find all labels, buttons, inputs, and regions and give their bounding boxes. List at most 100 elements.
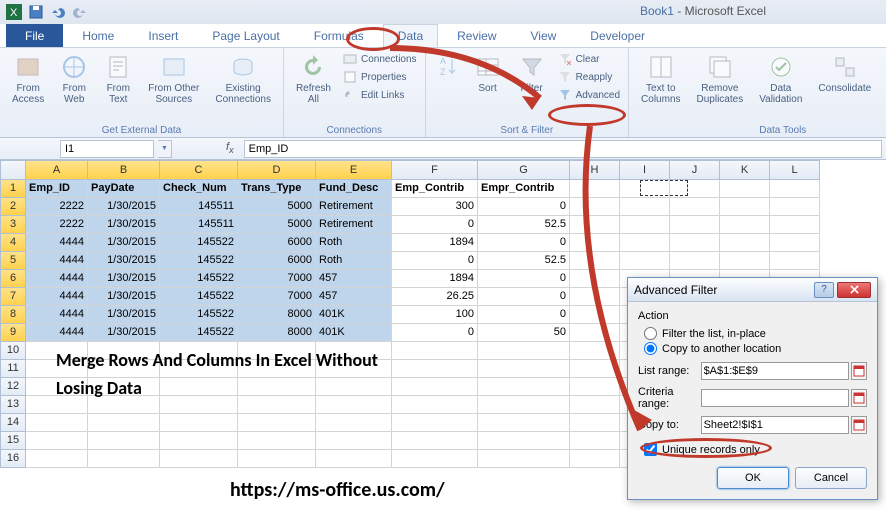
connections-button[interactable]: Connections xyxy=(341,51,419,67)
cell[interactable]: 7000 xyxy=(238,270,316,288)
row-header[interactable]: 3 xyxy=(0,216,26,234)
cell[interactable]: 0 xyxy=(392,216,478,234)
cell[interactable] xyxy=(570,252,620,270)
cell[interactable] xyxy=(26,414,88,432)
cell[interactable]: Emp_Contrib xyxy=(392,180,478,198)
cell[interactable] xyxy=(478,396,570,414)
tab-view[interactable]: View xyxy=(516,24,572,47)
row-header[interactable]: 5 xyxy=(0,252,26,270)
cell[interactable] xyxy=(670,252,720,270)
properties-button[interactable]: Properties xyxy=(341,69,419,85)
col-header-L[interactable]: L xyxy=(770,160,820,180)
cell[interactable] xyxy=(238,432,316,450)
criteria-range-picker-icon[interactable] xyxy=(851,389,867,407)
list-range-input[interactable] xyxy=(701,362,849,380)
cell[interactable] xyxy=(570,342,620,360)
cell[interactable] xyxy=(478,432,570,450)
cell[interactable]: 1/30/2015 xyxy=(88,288,160,306)
cell[interactable]: 5000 xyxy=(238,198,316,216)
undo-icon[interactable] xyxy=(50,4,66,20)
cell[interactable] xyxy=(570,396,620,414)
cell[interactable]: 26.25 xyxy=(392,288,478,306)
from-other-sources-button[interactable]: From Other Sources xyxy=(142,51,205,107)
cell[interactable]: PayDate xyxy=(88,180,160,198)
cell[interactable] xyxy=(478,450,570,468)
cell[interactable] xyxy=(238,450,316,468)
cell[interactable] xyxy=(238,414,316,432)
row-header[interactable]: 4 xyxy=(0,234,26,252)
cell[interactable]: 2222 xyxy=(26,198,88,216)
cell[interactable]: 1/30/2015 xyxy=(88,216,160,234)
row-header[interactable]: 9 xyxy=(0,324,26,342)
cell[interactable]: 4444 xyxy=(26,324,88,342)
cell[interactable]: Check_Num xyxy=(160,180,238,198)
list-range-picker-icon[interactable] xyxy=(851,362,867,380)
cell[interactable] xyxy=(88,450,160,468)
redo-icon[interactable] xyxy=(72,4,88,20)
cell[interactable] xyxy=(570,306,620,324)
cell[interactable] xyxy=(770,198,820,216)
cell[interactable] xyxy=(392,396,478,414)
row-header[interactable]: 14 xyxy=(0,414,26,432)
dialog-close-icon[interactable] xyxy=(837,282,871,298)
cell[interactable] xyxy=(570,234,620,252)
col-header-C[interactable]: C xyxy=(160,160,238,180)
cell[interactable]: 6000 xyxy=(238,234,316,252)
data-validation-button[interactable]: Data Validation xyxy=(753,51,808,107)
cell[interactable] xyxy=(720,252,770,270)
existing-connections-button[interactable]: Existing Connections xyxy=(209,51,277,107)
cell[interactable] xyxy=(620,216,670,234)
select-all-corner[interactable] xyxy=(0,160,26,180)
reapply-filter-button[interactable]: Reapply xyxy=(556,69,622,85)
col-header-A[interactable]: A xyxy=(26,160,88,180)
row-header[interactable]: 16 xyxy=(0,450,26,468)
sort-az-button[interactable]: AZ xyxy=(432,51,464,85)
cell[interactable] xyxy=(316,414,392,432)
cell[interactable]: 6000 xyxy=(238,252,316,270)
col-header-G[interactable]: G xyxy=(478,160,570,180)
save-icon[interactable] xyxy=(28,4,44,20)
cell[interactable] xyxy=(88,414,160,432)
cell[interactable]: 0 xyxy=(478,306,570,324)
cell[interactable] xyxy=(770,234,820,252)
cell[interactable] xyxy=(392,432,478,450)
cell[interactable] xyxy=(620,234,670,252)
cell[interactable] xyxy=(570,180,620,198)
cell[interactable]: 401K xyxy=(316,306,392,324)
sort-button[interactable]: Sort xyxy=(468,51,508,96)
radio-copy-to-another[interactable]: Copy to another location xyxy=(638,341,867,356)
radio-in-place-input[interactable] xyxy=(644,327,657,340)
radio-copy-input[interactable] xyxy=(644,342,657,355)
cell[interactable]: 457 xyxy=(316,270,392,288)
copy-to-picker-icon[interactable] xyxy=(851,416,867,434)
tab-insert[interactable]: Insert xyxy=(133,24,193,47)
col-header-K[interactable]: K xyxy=(720,160,770,180)
cell[interactable] xyxy=(570,270,620,288)
cell[interactable] xyxy=(160,414,238,432)
cell[interactable] xyxy=(26,450,88,468)
cell[interactable] xyxy=(478,414,570,432)
cell[interactable]: 1/30/2015 xyxy=(88,198,160,216)
cell[interactable]: 0 xyxy=(392,252,478,270)
cell[interactable]: 100 xyxy=(392,306,478,324)
cell[interactable]: Retirement xyxy=(316,216,392,234)
cell[interactable] xyxy=(160,432,238,450)
cell[interactable]: 4444 xyxy=(26,234,88,252)
name-box[interactable]: I1 xyxy=(60,140,154,158)
cell[interactable]: 0 xyxy=(478,234,570,252)
col-header-I[interactable]: I xyxy=(620,160,670,180)
cell[interactable] xyxy=(88,432,160,450)
cell[interactable]: 1/30/2015 xyxy=(88,324,160,342)
col-header-E[interactable]: E xyxy=(316,160,392,180)
cell[interactable]: Roth xyxy=(316,252,392,270)
row-header[interactable]: 1 xyxy=(0,180,26,198)
tab-file[interactable]: File xyxy=(6,24,63,47)
row-header[interactable]: 13 xyxy=(0,396,26,414)
tab-home[interactable]: Home xyxy=(67,24,129,47)
cell[interactable]: 0 xyxy=(478,270,570,288)
filter-button[interactable]: Filter xyxy=(512,51,552,96)
row-header[interactable]: 11 xyxy=(0,360,26,378)
cell[interactable] xyxy=(770,180,820,198)
cell[interactable] xyxy=(570,450,620,468)
what-if-button[interactable]: What-If Analysis xyxy=(881,51,886,107)
